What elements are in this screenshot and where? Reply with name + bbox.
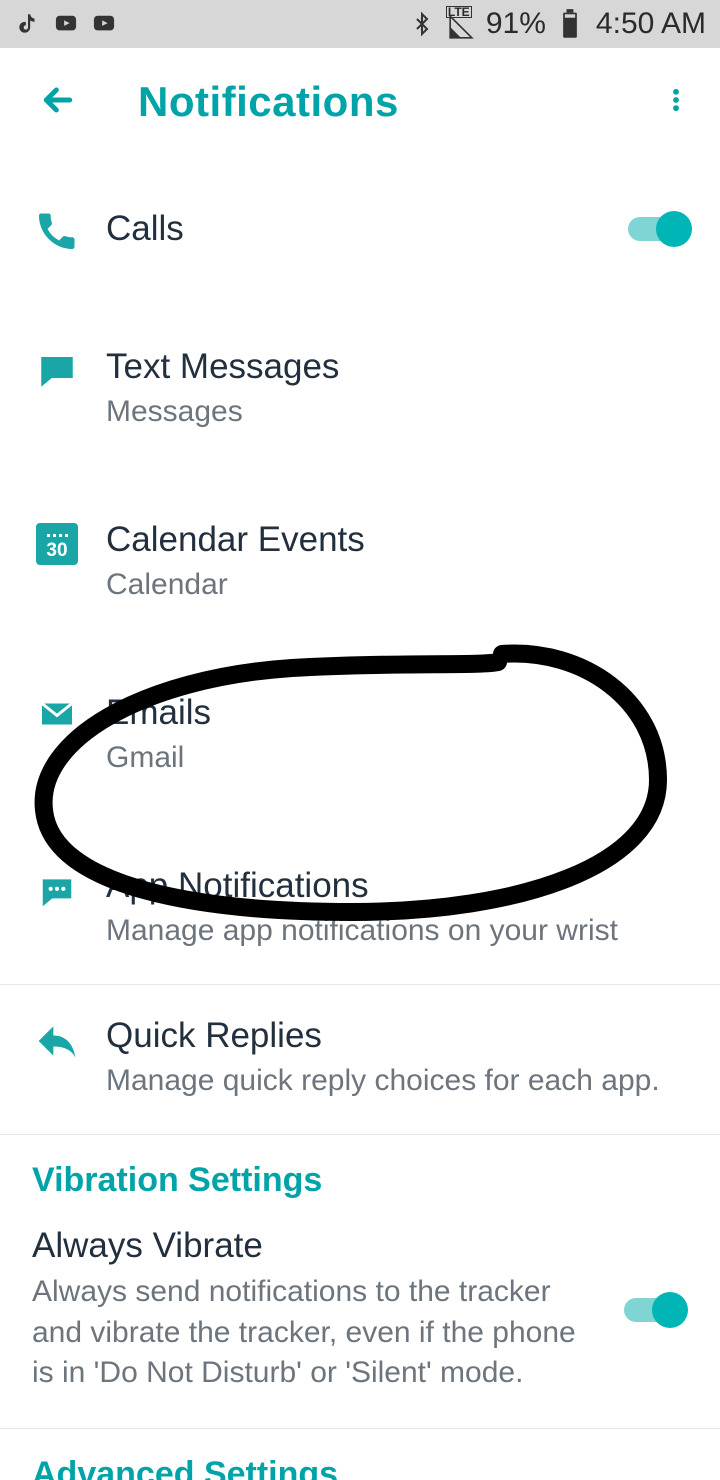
status-bar: LTE 91% 4:50 AM <box>0 0 720 48</box>
app-bar: Notifications <box>0 48 720 156</box>
row-calendar-title: Calendar Events <box>106 519 692 561</box>
row-calendar-sub: Calendar <box>106 565 692 604</box>
section-vibration: Vibration Settings <box>0 1135 720 1226</box>
row-emails-sub: Gmail <box>106 738 692 777</box>
page-title: Notifications <box>138 78 662 126</box>
bluetooth-icon <box>408 10 436 38</box>
row-quick-replies[interactable]: Quick Replies Manage quick reply choices… <box>0 985 720 1134</box>
signal-icon: LTE <box>446 10 476 38</box>
overflow-menu-button[interactable] <box>662 80 690 125</box>
calls-toggle[interactable] <box>628 211 692 247</box>
row-quick-title: Quick Replies <box>106 1015 692 1057</box>
youtube-icon-2 <box>90 10 118 38</box>
row-emails-title: Emails <box>106 692 692 734</box>
row-texts-sub: Messages <box>106 392 692 431</box>
vibration-heading: Vibration Settings <box>32 1161 688 1200</box>
notification-list: Calls Text Messages Messages 30 Calendar… <box>0 156 720 1480</box>
clock-text: 4:50 AM <box>596 7 706 41</box>
row-appnotif-title: App Notifications <box>106 865 692 907</box>
row-calls[interactable]: Calls <box>0 156 720 302</box>
row-text-messages[interactable]: Text Messages Messages <box>0 302 720 475</box>
row-quick-sub: Manage quick reply choices for each app. <box>106 1061 692 1100</box>
row-emails[interactable]: Emails Gmail <box>0 648 720 821</box>
always-vibrate-desc: Always send notifications to the tracker… <box>32 1272 604 1394</box>
section-advanced: Advanced Settings <box>0 1429 720 1480</box>
back-button[interactable] <box>38 80 78 125</box>
battery-icon <box>556 10 584 38</box>
reply-icon <box>34 1019 80 1063</box>
phone-icon <box>34 210 80 252</box>
always-vibrate-toggle[interactable] <box>624 1292 688 1328</box>
status-left <box>14 10 118 38</box>
status-right: LTE 91% 4:50 AM <box>408 7 706 41</box>
app-chat-icon <box>34 873 80 911</box>
calendar-icon: 30 <box>34 523 80 565</box>
youtube-icon <box>52 10 80 38</box>
setting-always-vibrate[interactable]: Always Vibrate Always send notifications… <box>0 1226 720 1428</box>
row-calls-title: Calls <box>106 208 602 250</box>
battery-percent: 91% <box>486 7 546 41</box>
row-app-notifications[interactable]: App Notifications Manage app notificatio… <box>0 821 720 984</box>
row-appnotif-sub: Manage app notifications on your wrist <box>106 911 692 950</box>
always-vibrate-title: Always Vibrate <box>32 1226 604 1266</box>
row-texts-title: Text Messages <box>106 346 692 388</box>
advanced-heading: Advanced Settings <box>32 1455 688 1480</box>
email-icon <box>34 696 80 732</box>
row-calendar[interactable]: 30 Calendar Events Calendar <box>0 475 720 648</box>
tiktok-icon <box>14 10 42 38</box>
chat-icon <box>34 350 80 392</box>
